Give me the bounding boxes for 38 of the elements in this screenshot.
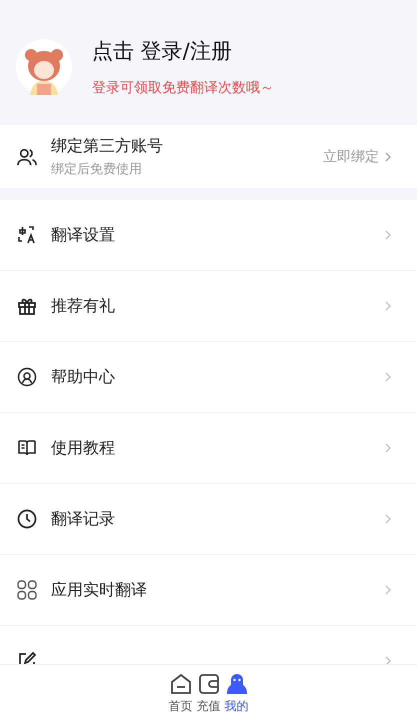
login-title[interactable]: 点击 登录/注册 bbox=[92, 37, 274, 65]
chevron-icon bbox=[385, 514, 391, 524]
menu-label: 使用教程 bbox=[51, 438, 116, 458]
tab[interactable]: 首页 bbox=[168, 673, 192, 715]
chevron-icon bbox=[385, 230, 391, 240]
menu-label: 推荐有礼 bbox=[51, 296, 116, 316]
apps-grid-icon bbox=[17, 580, 37, 600]
tab[interactable]: 我的 bbox=[224, 673, 248, 715]
chevron-icon bbox=[385, 656, 391, 664]
menu-label: 帮助中心 bbox=[51, 366, 116, 388]
login-hint: 登录可领取免费翻译次数哦～ bbox=[92, 79, 274, 97]
book-icon bbox=[17, 438, 37, 458]
menu-item[interactable]: 帮助中心 bbox=[0, 342, 417, 413]
menu-item[interactable]: 翻译设置 bbox=[0, 200, 417, 271]
clock-icon bbox=[17, 509, 37, 529]
support-agent-icon bbox=[17, 367, 37, 387]
bind-account-row[interactable]: 绑定第三方账号 绑定后免费使用 立即绑定 bbox=[0, 125, 417, 188]
person-icon bbox=[226, 673, 248, 695]
wallet-icon bbox=[198, 673, 220, 695]
menu-item[interactable]: 使用教程 bbox=[0, 413, 417, 484]
gift-icon bbox=[17, 296, 37, 316]
menu-item[interactable]: 翻译记录 bbox=[0, 484, 417, 555]
home-icon bbox=[170, 673, 192, 695]
chevron-icon bbox=[385, 152, 391, 162]
chevron-icon bbox=[385, 585, 391, 595]
menu-label: 翻译设置 bbox=[51, 224, 116, 246]
tab[interactable]: 充值 bbox=[196, 673, 220, 715]
translate-icon bbox=[17, 225, 37, 245]
menu-label: 应用实时翻译 bbox=[51, 580, 148, 600]
people-icon bbox=[17, 146, 37, 166]
menu-item[interactable]: 应用实时翻译 bbox=[0, 555, 417, 626]
bind-title: 绑定第三方账号 bbox=[51, 136, 164, 156]
chevron-icon bbox=[385, 443, 391, 453]
chevron-icon bbox=[385, 372, 391, 382]
chevron-icon bbox=[385, 301, 391, 311]
menu-item[interactable]: 推荐有礼 bbox=[0, 271, 417, 342]
menu-label: 翻译记录 bbox=[51, 508, 116, 530]
bind-subtitle: 绑定后免费使用 bbox=[51, 160, 143, 178]
